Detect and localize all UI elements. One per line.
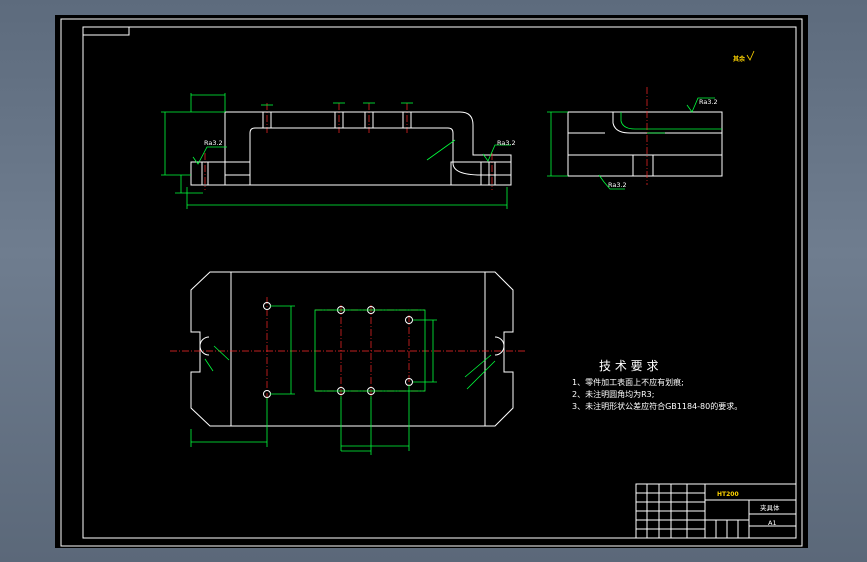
tech-requirement-item-1: 1、零件加工表面上不应有划痕; xyxy=(572,377,684,387)
inner-frame xyxy=(82,26,797,539)
roughness-front-top: Ra3.2 xyxy=(204,139,223,147)
code-box xyxy=(82,26,130,36)
title-block-part-name: 夹具体 xyxy=(760,503,780,512)
outer-frame xyxy=(60,18,803,547)
tech-requirements-title: 技 术 要 求 xyxy=(599,359,658,373)
roughness-side-top: Ra3.2 xyxy=(699,98,718,106)
side-view xyxy=(547,87,723,190)
roughness-general-symbol xyxy=(746,50,755,61)
front-section-view xyxy=(161,93,512,209)
title-block-material: HT200 xyxy=(717,491,739,498)
title-block-scale: A1 xyxy=(768,519,777,527)
roughness-side-bottom: Ra3.2 xyxy=(608,181,627,189)
tech-requirement-item-3: 3、未注明形状公差应符合GB1184-80的要求。 xyxy=(572,401,742,411)
roughness-general-label: 其余 xyxy=(733,55,746,63)
plan-view xyxy=(170,271,525,455)
tech-requirement-item-2: 2、未注明圆角均为R3; xyxy=(572,389,654,399)
roughness-front-right: Ra3.2 xyxy=(497,139,516,147)
drawing-sheet: Ra3.2 Ra3.2 Ra3.2 Ra3.2 其余 技 术 要 求 1、零件加… xyxy=(60,18,803,547)
cad-viewport[interactable]: Ra3.2 Ra3.2 Ra3.2 Ra3.2 其余 技 术 要 求 1、零件加… xyxy=(55,15,808,548)
